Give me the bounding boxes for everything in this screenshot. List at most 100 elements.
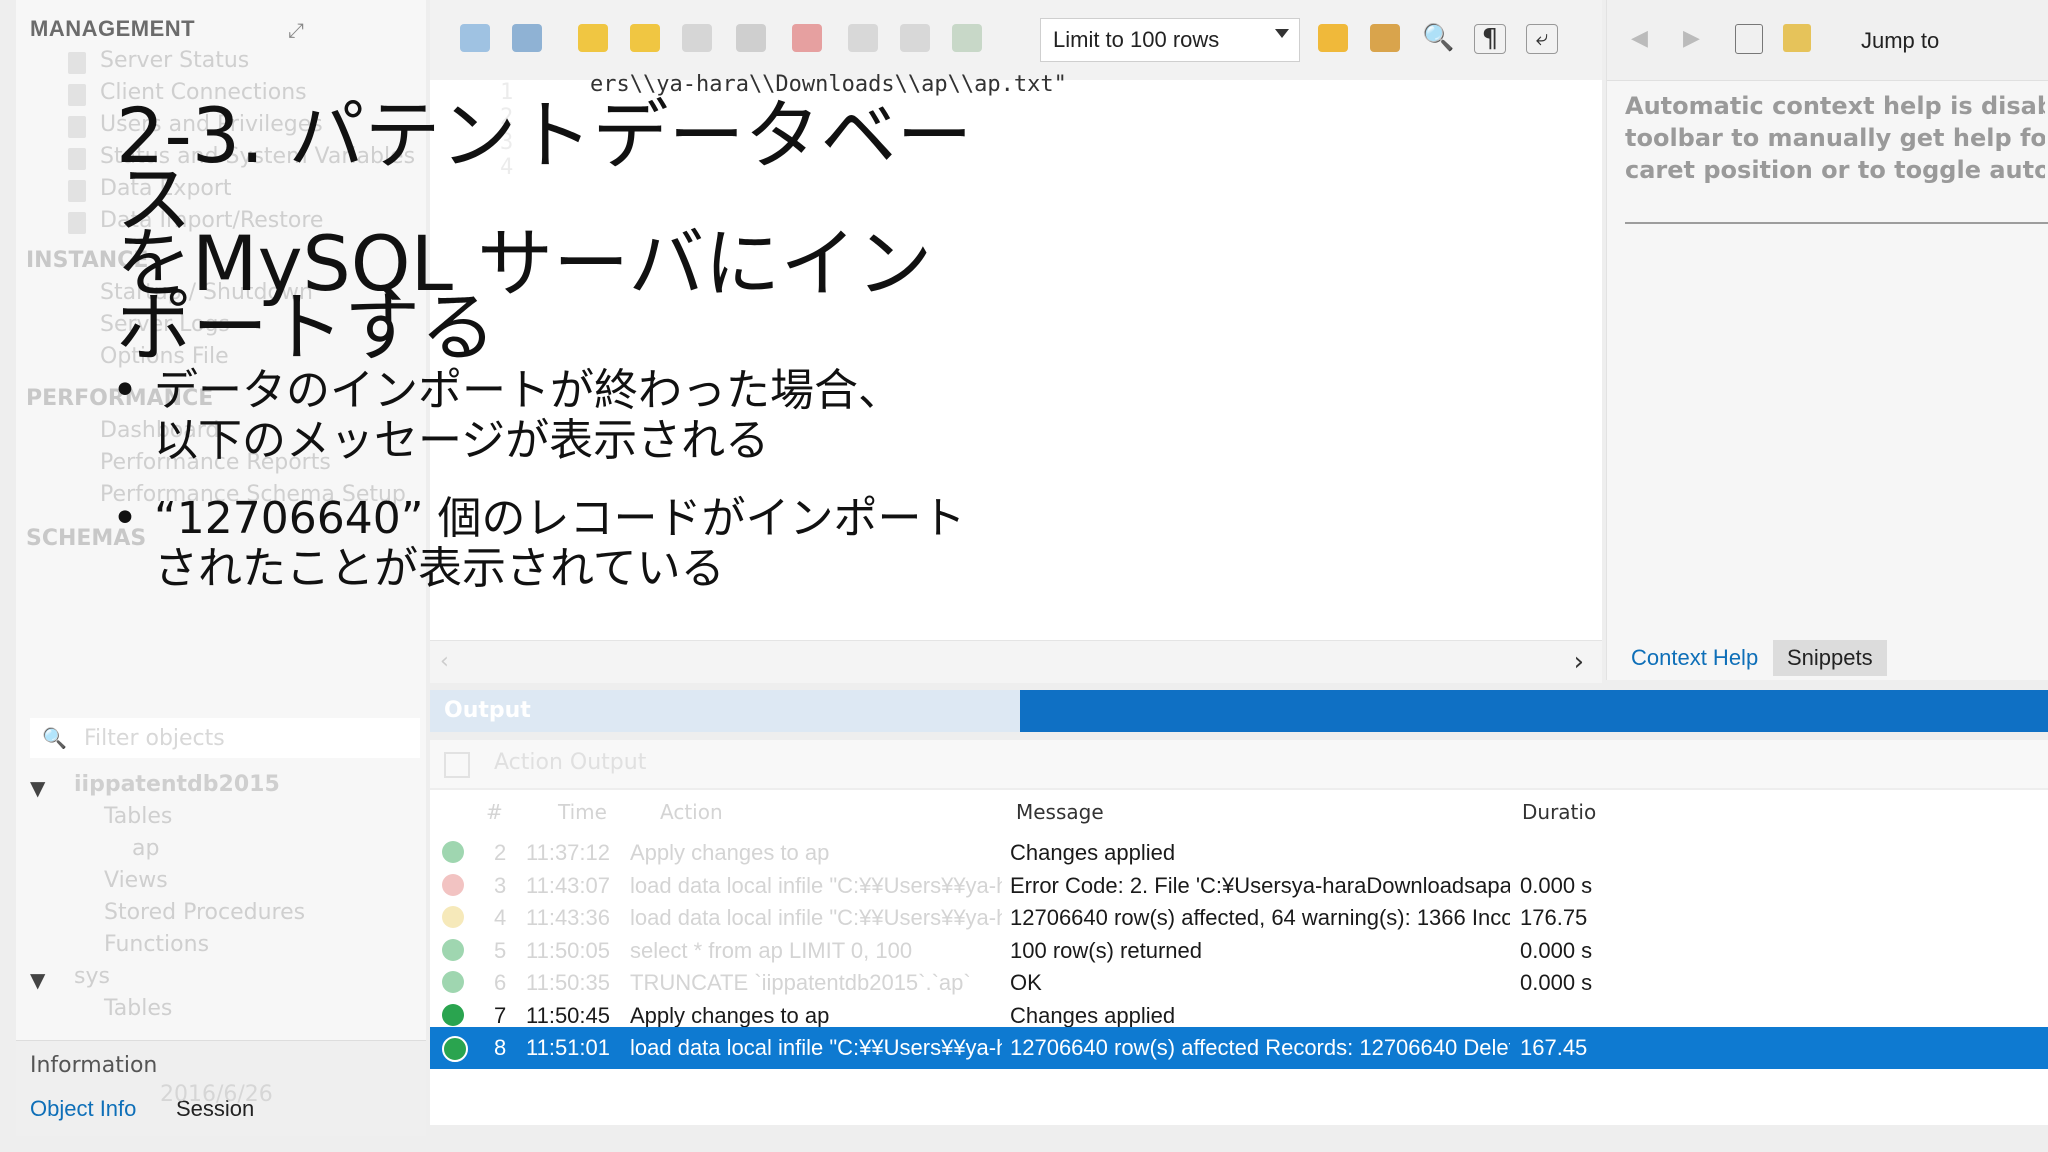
row-message: Error Code: 2. File 'C:¥Usersya-haraDown…	[1010, 872, 1510, 898]
sql-editor-toolbar: Limit to 100 rows 🔍 ¶ ⤶	[430, 0, 1602, 81]
row-action: load data local infile "C:¥¥Users¥¥ya-ha…	[630, 1035, 1002, 1060]
tab-snippets[interactable]: Snippets	[1773, 640, 1887, 676]
row-message: 12706640 row(s) affected Records: 127066…	[1010, 1035, 1510, 1060]
row-time: 11:43:07	[526, 872, 611, 898]
row-message: Changes applied	[1010, 1002, 1176, 1028]
row-time: 11:51:01	[526, 1035, 611, 1060]
chevron-down-icon[interactable]: ▼	[30, 968, 45, 992]
row-duration: 176.75	[1520, 905, 1588, 930]
slide-title: 2-3. パテントデータベース をMySQL サーバにイン ポートする	[116, 91, 973, 372]
slide-date: 2016/6/26	[160, 1082, 273, 1107]
row-time: 11:37:12	[526, 840, 611, 865]
column-header-duration: Duratio	[1522, 800, 1597, 824]
success-icon	[442, 938, 464, 961]
success-icon	[442, 971, 464, 993]
column-header-message: Message	[1016, 800, 1104, 824]
row-duration: 167.45	[1520, 1035, 1588, 1060]
save-icon[interactable]	[512, 24, 542, 52]
copy-icon[interactable]	[444, 752, 470, 778]
row-time: 11:50:05	[526, 937, 611, 963]
row-time: 11:43:36	[526, 905, 611, 930]
beautify-icon[interactable]	[1370, 24, 1400, 52]
column-header-action: Action	[660, 800, 723, 824]
row-action: load data local infile "C:¥¥Users¥¥ya-ha…	[630, 872, 1002, 898]
sidebar-item-server-status[interactable]: Server Status	[100, 48, 249, 73]
row-action: TRUNCATE `iippatentdb2015`.`ap`	[630, 970, 971, 995]
output-mode-select[interactable]: Action Output	[494, 750, 646, 775]
limit-rows-label: Limit to 100 rows	[1053, 27, 1220, 52]
limit-rows-select[interactable]: Limit to 100 rows	[1040, 18, 1300, 62]
row-message: 100 row(s) returned	[1010, 937, 1202, 963]
success-icon	[442, 1036, 468, 1062]
row-action: select * from ap LIMIT 0, 100	[630, 937, 913, 963]
scroll-right-icon[interactable]: ›	[1574, 647, 1584, 677]
row-message: 12706640 row(s) affected, 64 warning(s):…	[1010, 905, 1510, 930]
open-file-icon[interactable]	[460, 24, 490, 52]
tree-item-sys-tables[interactable]: Tables	[104, 996, 172, 1021]
output-title: Output	[444, 698, 531, 723]
tree-item-tables[interactable]: Tables	[104, 804, 172, 829]
right-panel-tabs: Context Help Snippets	[1607, 636, 2048, 680]
manual-help-icon[interactable]	[1735, 24, 1763, 54]
output-title-bar: Output	[430, 690, 1020, 732]
back-icon[interactable]: ◀	[1631, 26, 1648, 51]
success-icon	[442, 1003, 464, 1026]
forward-icon[interactable]: ▶	[1683, 26, 1700, 51]
row-action: load data local infile "C:¥¥Users¥¥ya-ha…	[630, 905, 1002, 930]
warning-icon	[442, 906, 464, 928]
context-help-line: Automatic context help is disabl	[1625, 92, 2045, 120]
row-message: OK	[1010, 970, 1042, 995]
row-duration: 0.000 s	[1520, 937, 1593, 963]
find-icon[interactable]: 🔍	[1422, 24, 1454, 52]
explain-icon[interactable]	[682, 24, 712, 52]
column-header-time: Time	[558, 800, 607, 824]
toggle-error-icon[interactable]	[792, 24, 822, 52]
wrap-lines-icon[interactable]: ⤶	[1526, 24, 1558, 54]
horizontal-scrollbar[interactable]: ‹ ›	[430, 640, 1602, 683]
table-row[interactable]: 8 11:51:01 load data local infile "C:¥¥Use…	[430, 1027, 2048, 1069]
context-help-text: Automatic context help is disabl toolbar…	[1625, 90, 2045, 186]
information-title: Information	[30, 1053, 158, 1078]
management-heading: MANAGEMENT	[30, 16, 196, 41]
stop-icon[interactable]	[736, 24, 766, 52]
server-status-icon	[68, 52, 86, 74]
row-time: 11:50:35	[526, 970, 611, 995]
auto-help-icon[interactable]	[1783, 24, 1811, 52]
connections-icon	[68, 84, 86, 106]
divider	[1625, 222, 2048, 224]
tree-item-stored-procedures[interactable]: Stored Procedures	[104, 900, 305, 925]
context-help-line: toolbar to manually get help for	[1625, 124, 2045, 152]
row-duration: 0.000 s	[1520, 872, 1593, 898]
filter-placeholder: Filter objects	[84, 726, 225, 751]
tab-context-help[interactable]: Context Help	[1617, 640, 1773, 676]
row-action: Apply changes to ap	[630, 1002, 830, 1028]
schema-item-sys[interactable]: sys	[74, 964, 110, 989]
search-icon: 🔍	[42, 726, 67, 750]
tab-object-info[interactable]: Object Info	[30, 1096, 136, 1122]
row-time: 11:50:45	[526, 1002, 611, 1028]
bullet-text: “12706640” 個のレコードがインポート されたことが表示されている	[154, 493, 966, 594]
invisible-chars-icon[interactable]: ¶	[1474, 24, 1506, 54]
sql-additions-panel: ◀ ▶ Jump to Automatic context help is di…	[1606, 0, 2048, 680]
bullet-text: データのインポートが終わった場合、 以下のメッセージが表示される	[154, 365, 902, 466]
execute-current-icon[interactable]	[630, 24, 660, 52]
autocommit-icon[interactable]	[952, 24, 982, 52]
jump-to-select[interactable]: Jump to	[1861, 28, 1939, 54]
slide-page-number: 83	[1860, 1082, 1888, 1107]
rollback-icon[interactable]	[900, 24, 930, 52]
tree-item-functions[interactable]: Functions	[104, 932, 209, 957]
tree-item-views[interactable]: Views	[104, 868, 168, 893]
variables-icon	[68, 148, 86, 170]
expand-icon[interactable]: ⤢	[288, 18, 304, 42]
output-mode-bar: Action Output	[430, 740, 2048, 788]
bookmark-star-icon[interactable]	[1318, 24, 1348, 52]
success-icon	[442, 841, 464, 863]
commit-icon[interactable]	[848, 24, 878, 52]
schema-item[interactable]: iippatentdb2015	[74, 772, 280, 797]
tree-item-ap[interactable]: ap	[132, 836, 159, 861]
filter-objects-input[interactable]: 🔍 Filter objects	[30, 718, 420, 758]
error-icon	[442, 873, 464, 896]
scroll-left-icon[interactable]: ‹	[440, 649, 449, 674]
execute-icon[interactable]	[578, 24, 608, 52]
chevron-down-icon[interactable]: ▼	[30, 776, 45, 800]
